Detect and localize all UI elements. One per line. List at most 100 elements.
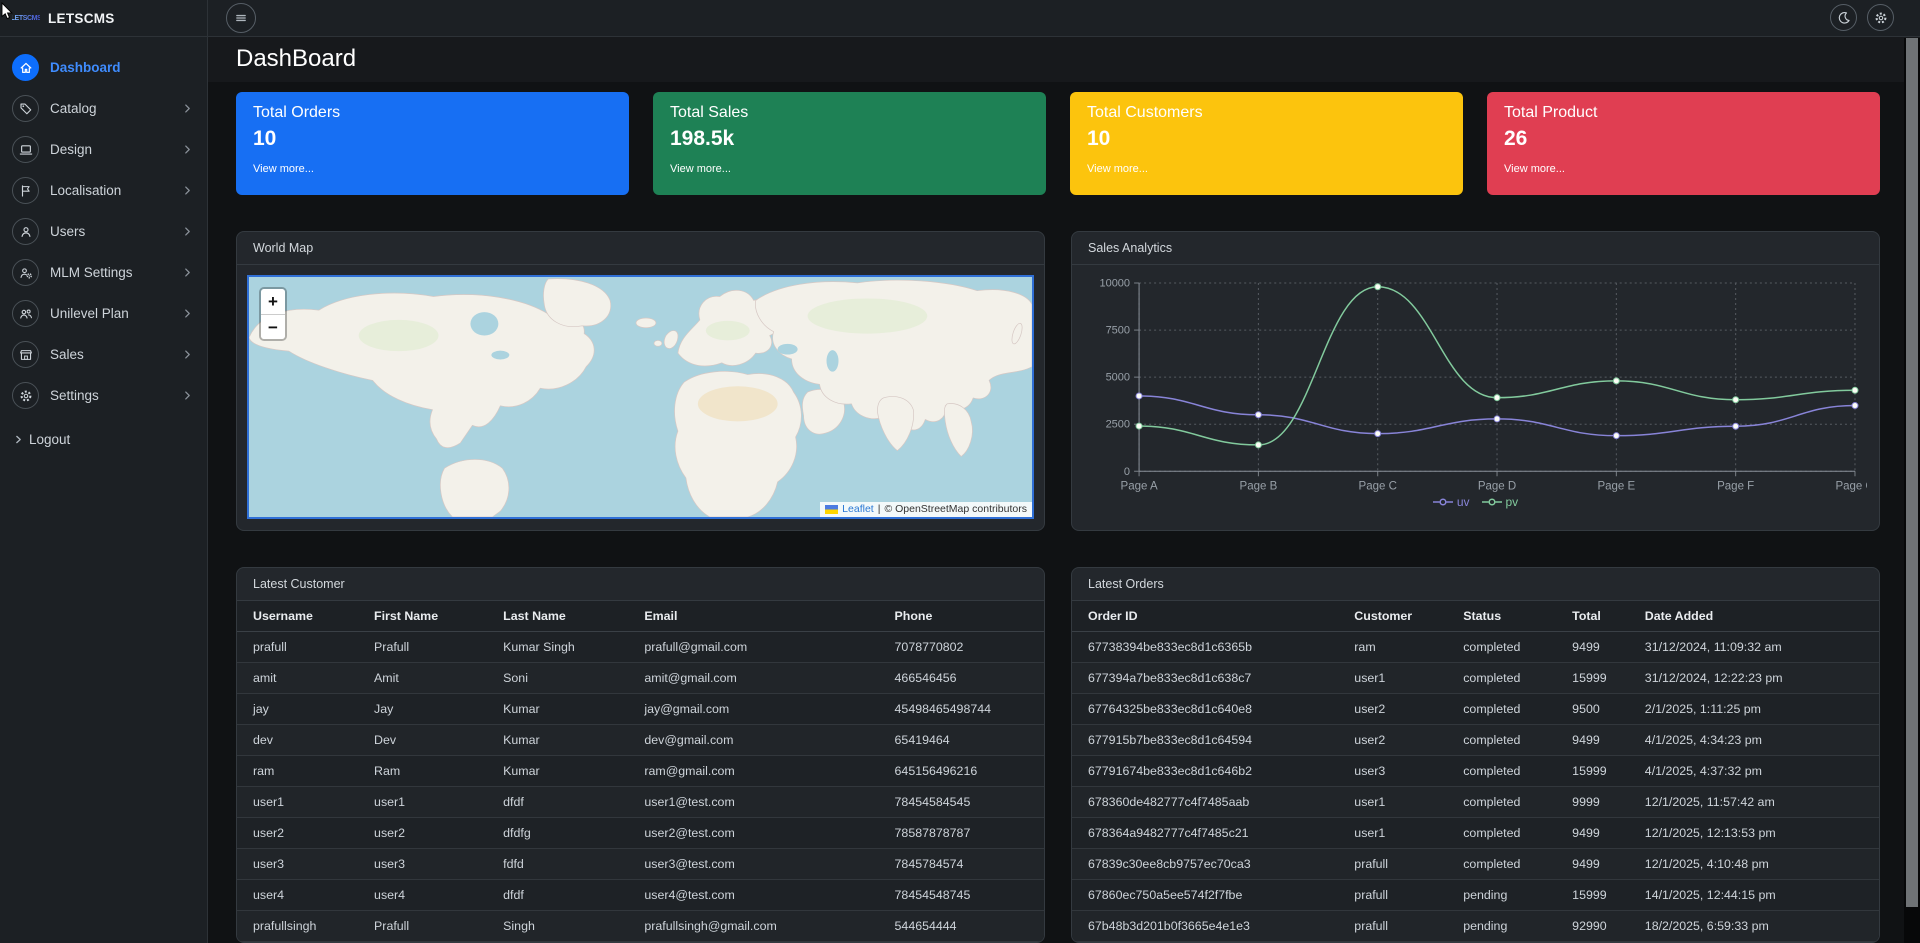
table-cell: 67860ec750a5ee574f2f7fbe (1072, 880, 1338, 911)
sidebar-item[interactable]: Users (12, 211, 197, 252)
table-cell: Dev (358, 725, 487, 756)
sidebar-item-label: Dashboard (50, 60, 121, 75)
table-cell: dfdfg (487, 818, 628, 849)
table-cell: 31/12/2024, 12:22:23 pm (1629, 663, 1879, 694)
leaflet-link[interactable]: Leaflet (842, 503, 874, 515)
table-cell: user1 (358, 787, 487, 818)
sidebar-item-label: Design (50, 142, 92, 157)
svg-text:5000: 5000 (1106, 372, 1130, 384)
stat-card-title: Total Customers (1087, 104, 1446, 122)
table-header-row: Order IDCustomerStatusTotalDate Added (1072, 601, 1879, 632)
table-row: user2user2dfdfguser2@test.com78587878787 (237, 818, 1044, 849)
sidebar-item-icon (12, 136, 39, 163)
sidebar-item-logout[interactable]: Logout (12, 422, 197, 456)
page-content: Total Orders 10 View more... Total Sales… (208, 82, 1920, 943)
table-cell: prafull (1338, 911, 1447, 942)
sidebar-item[interactable]: Localisation (12, 170, 197, 211)
sidebar-item-icon (12, 177, 39, 204)
table-cell: user2 (358, 818, 487, 849)
world-map[interactable]: + − Leaflet | © OpenStreetMap contributo… (249, 277, 1032, 517)
gear-icon (1874, 11, 1888, 25)
table-cell: Kumar (487, 756, 628, 787)
table-cell: prafullsingh@gmail.com (628, 911, 878, 942)
view-more-link[interactable]: View more... (670, 163, 1029, 175)
table-cell: user4 (358, 880, 487, 911)
panel-title: Latest Customer (237, 568, 1044, 601)
sidebar-item-label: Sales (50, 347, 84, 362)
sidebar-item[interactable]: MLM Settings (12, 252, 197, 293)
table-row: prafullPrafullKumar Singhprafull@gmail.c… (237, 632, 1044, 663)
sidebar-item[interactable]: Sales (12, 334, 197, 375)
sidebar-item[interactable]: Dashboard (12, 47, 197, 88)
stat-card: Total Customers 10 View more... (1070, 92, 1463, 195)
table-cell: 15999 (1556, 880, 1629, 911)
view-more-link[interactable]: View more... (1087, 163, 1446, 175)
dark-mode-toggle[interactable] (1830, 4, 1857, 31)
table-cell: dev (237, 725, 358, 756)
sidebar-item[interactable]: Catalog (12, 88, 197, 129)
sidebar-item-icon (12, 300, 39, 327)
table-cell: prafullsingh (237, 911, 358, 942)
sidebar-item[interactable]: Design (12, 129, 197, 170)
table-cell: Kumar Singh (487, 632, 628, 663)
table-cell: completed (1447, 632, 1556, 663)
table-cell: 9499 (1556, 849, 1629, 880)
sidebar-item-label: Users (50, 224, 85, 239)
ukraine-flag-icon (825, 505, 838, 514)
stat-card-value: 26 (1504, 127, 1863, 151)
table-cell: completed (1447, 725, 1556, 756)
table-cell: prafull (1338, 880, 1447, 911)
view-more-link[interactable]: View more... (253, 163, 612, 175)
scrollbar-thumb[interactable] (1906, 38, 1918, 907)
world-map-graphic (249, 277, 1032, 517)
table-cell: 12/1/2025, 12:13:53 pm (1629, 818, 1879, 849)
table-cell: 9999 (1556, 787, 1629, 818)
sidebar-toggle-button[interactable] (226, 3, 256, 33)
table-cell: 18/2/2025, 6:59:33 pm (1629, 911, 1879, 942)
sidebar-item[interactable]: Settings (12, 375, 197, 416)
legend-item-uv[interactable]: uv (1433, 495, 1470, 509)
map-zoom-in-button[interactable]: + (261, 289, 285, 314)
view-more-link[interactable]: View more... (1504, 163, 1863, 175)
table-cell: completed (1447, 663, 1556, 694)
stat-card-title: Total Sales (670, 104, 1029, 122)
sidebar-item-icon (12, 95, 39, 122)
moon-icon (1837, 11, 1851, 25)
table-row: 677915b7be833ec8d1c64594user2completed94… (1072, 725, 1879, 756)
table-cell: 45498465498744 (879, 694, 1044, 725)
svg-text:Page D: Page D (1478, 480, 1516, 492)
table-cell: user1 (237, 787, 358, 818)
table-cell: 67738394be833ec8d1c6365b (1072, 632, 1338, 663)
table-cell: 7845784574 (879, 849, 1044, 880)
table-cell: user2@test.com (628, 818, 878, 849)
table-cell: 677394a7be833ec8d1c638c7 (1072, 663, 1338, 694)
sidebar-item-icon (12, 218, 39, 245)
table-cell: Ram (358, 756, 487, 787)
latest-customer-panel: Latest Customer UsernameFirst NameLast N… (236, 567, 1045, 943)
table-row: 678360de482777c4f7485aabuser1completed99… (1072, 787, 1879, 818)
table-cell: user4 (237, 880, 358, 911)
sidebar-item-label: MLM Settings (50, 265, 133, 280)
stat-card-title: Total Orders (253, 104, 612, 122)
svg-text:10000: 10000 (1099, 278, 1130, 290)
brand-name: LETSCMS (48, 11, 115, 26)
table-cell: 9499 (1556, 725, 1629, 756)
sidebar: LETSCMS LETSCMS Dashboard Catalog (0, 0, 208, 943)
table-cell: 4/1/2025, 4:37:32 pm (1629, 756, 1879, 787)
table-row: 67860ec750a5ee574f2f7fbeprafullpending15… (1072, 880, 1879, 911)
map-zoom-out-button[interactable]: − (261, 314, 285, 339)
table-cell: 645156496216 (879, 756, 1044, 787)
table-cell: pending (1447, 880, 1556, 911)
column-header: Email (628, 601, 878, 632)
column-header: First Name (358, 601, 487, 632)
sidebar-item[interactable]: Unilevel Plan (12, 293, 197, 334)
svg-text:Page C: Page C (1359, 480, 1397, 492)
panel-title: Sales Analytics (1072, 232, 1879, 265)
sidebar-header: LETSCMS LETSCMS (0, 0, 207, 37)
topbar (208, 0, 1920, 37)
table-cell: prafull (1338, 849, 1447, 880)
legend-item-pv[interactable]: pv (1482, 495, 1519, 509)
table-cell: 15999 (1556, 756, 1629, 787)
osm-attribution[interactable]: © OpenStreetMap contributors (884, 503, 1027, 515)
settings-button[interactable] (1867, 4, 1894, 31)
